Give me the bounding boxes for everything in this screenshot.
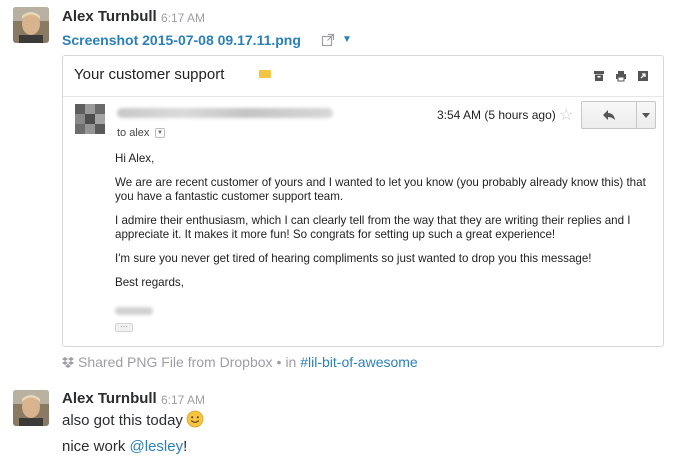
email-paragraph: I'm sure you never get tired of hearing … [115, 252, 592, 265]
chevron-down-icon: ▼ [155, 128, 165, 138]
avatar[interactable] [13, 390, 49, 426]
sender-avatar-blurred [75, 104, 105, 134]
star-icon: ☆ [559, 107, 574, 124]
email-time: 3:54 AM (5 hours ago) [437, 108, 556, 122]
shared-in-text: in [285, 354, 297, 370]
message-body: also got this today [62, 412, 183, 429]
separator-dot: • [276, 354, 282, 370]
message-author[interactable]: Alex Turnbull [62, 390, 157, 407]
channel-link[interactable]: #lil-bit-of-awesome [300, 354, 417, 370]
caret-down-icon[interactable]: ▼ [342, 34, 352, 45]
message-author[interactable]: Alex Turnbull [62, 8, 157, 25]
file-share-info: Shared PNG File from Dropbox • in #lil-bit… [62, 354, 418, 370]
sender-name-blurred [117, 108, 333, 118]
file-title-link[interactable]: Screenshot 2015-07-08 09.17.11.png [62, 32, 301, 48]
email-paragraph: We are are recent customer of yours and … [115, 176, 646, 203]
label-tag-icon [259, 70, 271, 78]
email-recipient: to alex [117, 127, 150, 139]
email-signoff: Best regards, [115, 276, 184, 289]
signature-blurred [115, 307, 153, 315]
ellipsis-icon: ··· [115, 323, 133, 332]
print-icon [615, 69, 627, 82]
message-body: ! [183, 438, 188, 455]
more-options-icon [636, 101, 656, 129]
shared-file-text: Shared PNG File from Dropbox [78, 354, 273, 370]
avatar[interactable] [13, 7, 49, 43]
message-text: also got this today [62, 410, 204, 429]
email-paragraph: Hi Alex, [115, 152, 155, 165]
message-timestamp[interactable]: 6:17 AM [161, 393, 205, 407]
email-subject: Your customer support [74, 66, 225, 83]
reply-icon [581, 101, 637, 129]
dropbox-icon [62, 355, 74, 368]
file-preview[interactable]: Your customer support to alex ▼ 3:54 AM … [62, 55, 664, 347]
emoji-icon [186, 410, 204, 428]
message-timestamp[interactable]: 6:17 AM [161, 11, 205, 25]
message-body: nice work [62, 438, 130, 455]
email-paragraph: I admire their enthusiasm, which I can c… [115, 214, 631, 241]
user-mention[interactable]: @lesley [130, 438, 184, 455]
archive-icon [593, 69, 605, 81]
email-body: Hi Alex, We are are recent customer of y… [115, 152, 655, 300]
message-text: nice work @lesley! [62, 438, 187, 455]
new-window-icon [637, 69, 649, 81]
divider [63, 96, 663, 97]
external-link-icon[interactable] [321, 33, 335, 47]
